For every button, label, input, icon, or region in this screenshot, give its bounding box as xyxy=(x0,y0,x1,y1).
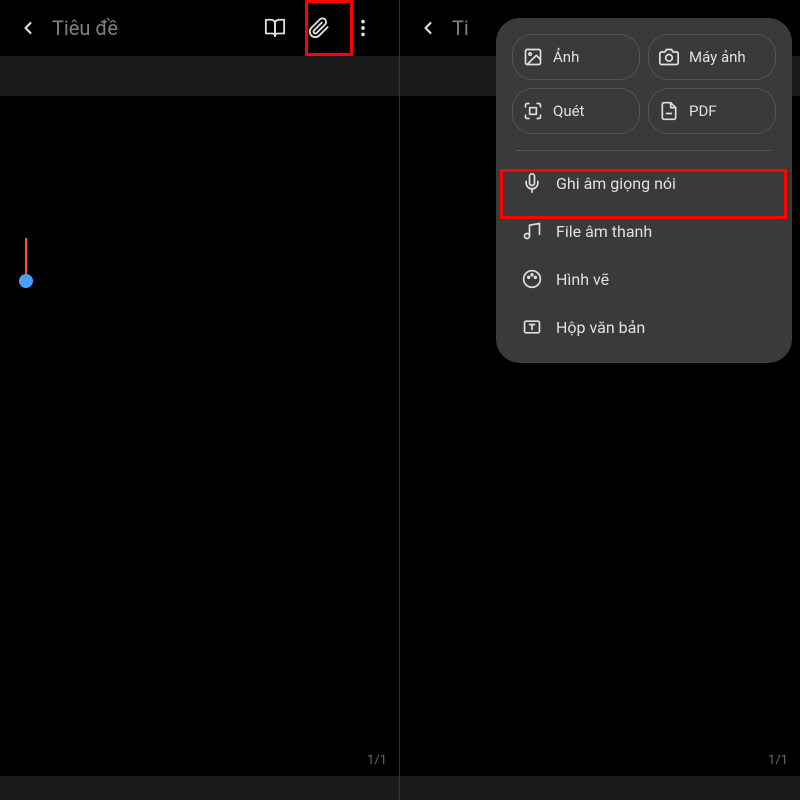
left-screen: Tiêu đề 1/1 xyxy=(0,0,400,800)
attach-popup: Ảnh Máy ảnh Quét PDF xyxy=(496,18,792,363)
paperclip-icon xyxy=(308,17,330,39)
attach-camera-label: Máy ảnh xyxy=(689,48,746,66)
popup-list: Ghi âm giọng nói File âm thanh Hình vẽ H… xyxy=(508,159,780,351)
attach-image-button[interactable]: Ảnh xyxy=(512,34,640,80)
textbox-label: Hộp văn bản xyxy=(556,318,645,337)
attach-pdf-label: PDF xyxy=(689,102,717,120)
page-title[interactable]: Tiêu đề xyxy=(52,16,118,40)
footer-bar xyxy=(400,776,800,800)
footer-bar xyxy=(0,776,399,800)
music-icon xyxy=(522,221,542,241)
header-left: Tiêu đề xyxy=(16,16,255,40)
back-icon xyxy=(18,18,38,38)
popup-divider xyxy=(516,150,772,151)
page-indicator: 1/1 xyxy=(768,753,788,768)
cursor-line xyxy=(25,238,27,276)
more-button[interactable] xyxy=(343,8,383,48)
camera-icon xyxy=(659,47,679,67)
palette-icon xyxy=(522,269,542,289)
pdf-icon xyxy=(659,101,679,121)
audio-file-label: File âm thanh xyxy=(556,222,652,241)
back-icon xyxy=(418,18,438,38)
attach-scan-button[interactable]: Quét xyxy=(512,88,640,134)
page-title[interactable]: Ti xyxy=(452,16,469,40)
textbox-button[interactable]: Hộp văn bản xyxy=(512,303,776,351)
attach-pdf-button[interactable]: PDF xyxy=(648,88,776,134)
scan-icon xyxy=(523,101,543,121)
back-button[interactable] xyxy=(416,16,440,40)
textbox-icon xyxy=(522,317,542,337)
voice-record-button[interactable]: Ghi âm giọng nói xyxy=(512,159,776,207)
cursor-handle[interactable] xyxy=(19,274,33,288)
sub-header xyxy=(0,56,399,96)
attach-camera-button[interactable]: Máy ảnh xyxy=(648,34,776,80)
attach-button[interactable] xyxy=(299,8,339,48)
audio-file-button[interactable]: File âm thanh xyxy=(512,207,776,255)
mic-icon xyxy=(522,173,542,193)
more-vertical-icon xyxy=(352,17,374,39)
right-screen: Ti 1/1 Ảnh Máy ảnh xyxy=(400,0,800,800)
header: Tiêu đề xyxy=(0,0,399,56)
attach-image-label: Ảnh xyxy=(553,48,579,66)
reader-button[interactable] xyxy=(255,8,295,48)
popup-grid: Ảnh Máy ảnh Quét PDF xyxy=(508,30,780,146)
header-actions xyxy=(255,8,383,48)
note-content[interactable]: 1/1 xyxy=(0,96,399,776)
back-button[interactable] xyxy=(16,16,40,40)
drawing-button[interactable]: Hình vẽ xyxy=(512,255,776,303)
book-open-icon xyxy=(264,17,286,39)
page-indicator: 1/1 xyxy=(367,753,387,768)
image-icon xyxy=(523,47,543,67)
attach-scan-label: Quét xyxy=(553,102,584,120)
drawing-label: Hình vẽ xyxy=(556,270,609,289)
voice-record-label: Ghi âm giọng nói xyxy=(556,174,676,193)
